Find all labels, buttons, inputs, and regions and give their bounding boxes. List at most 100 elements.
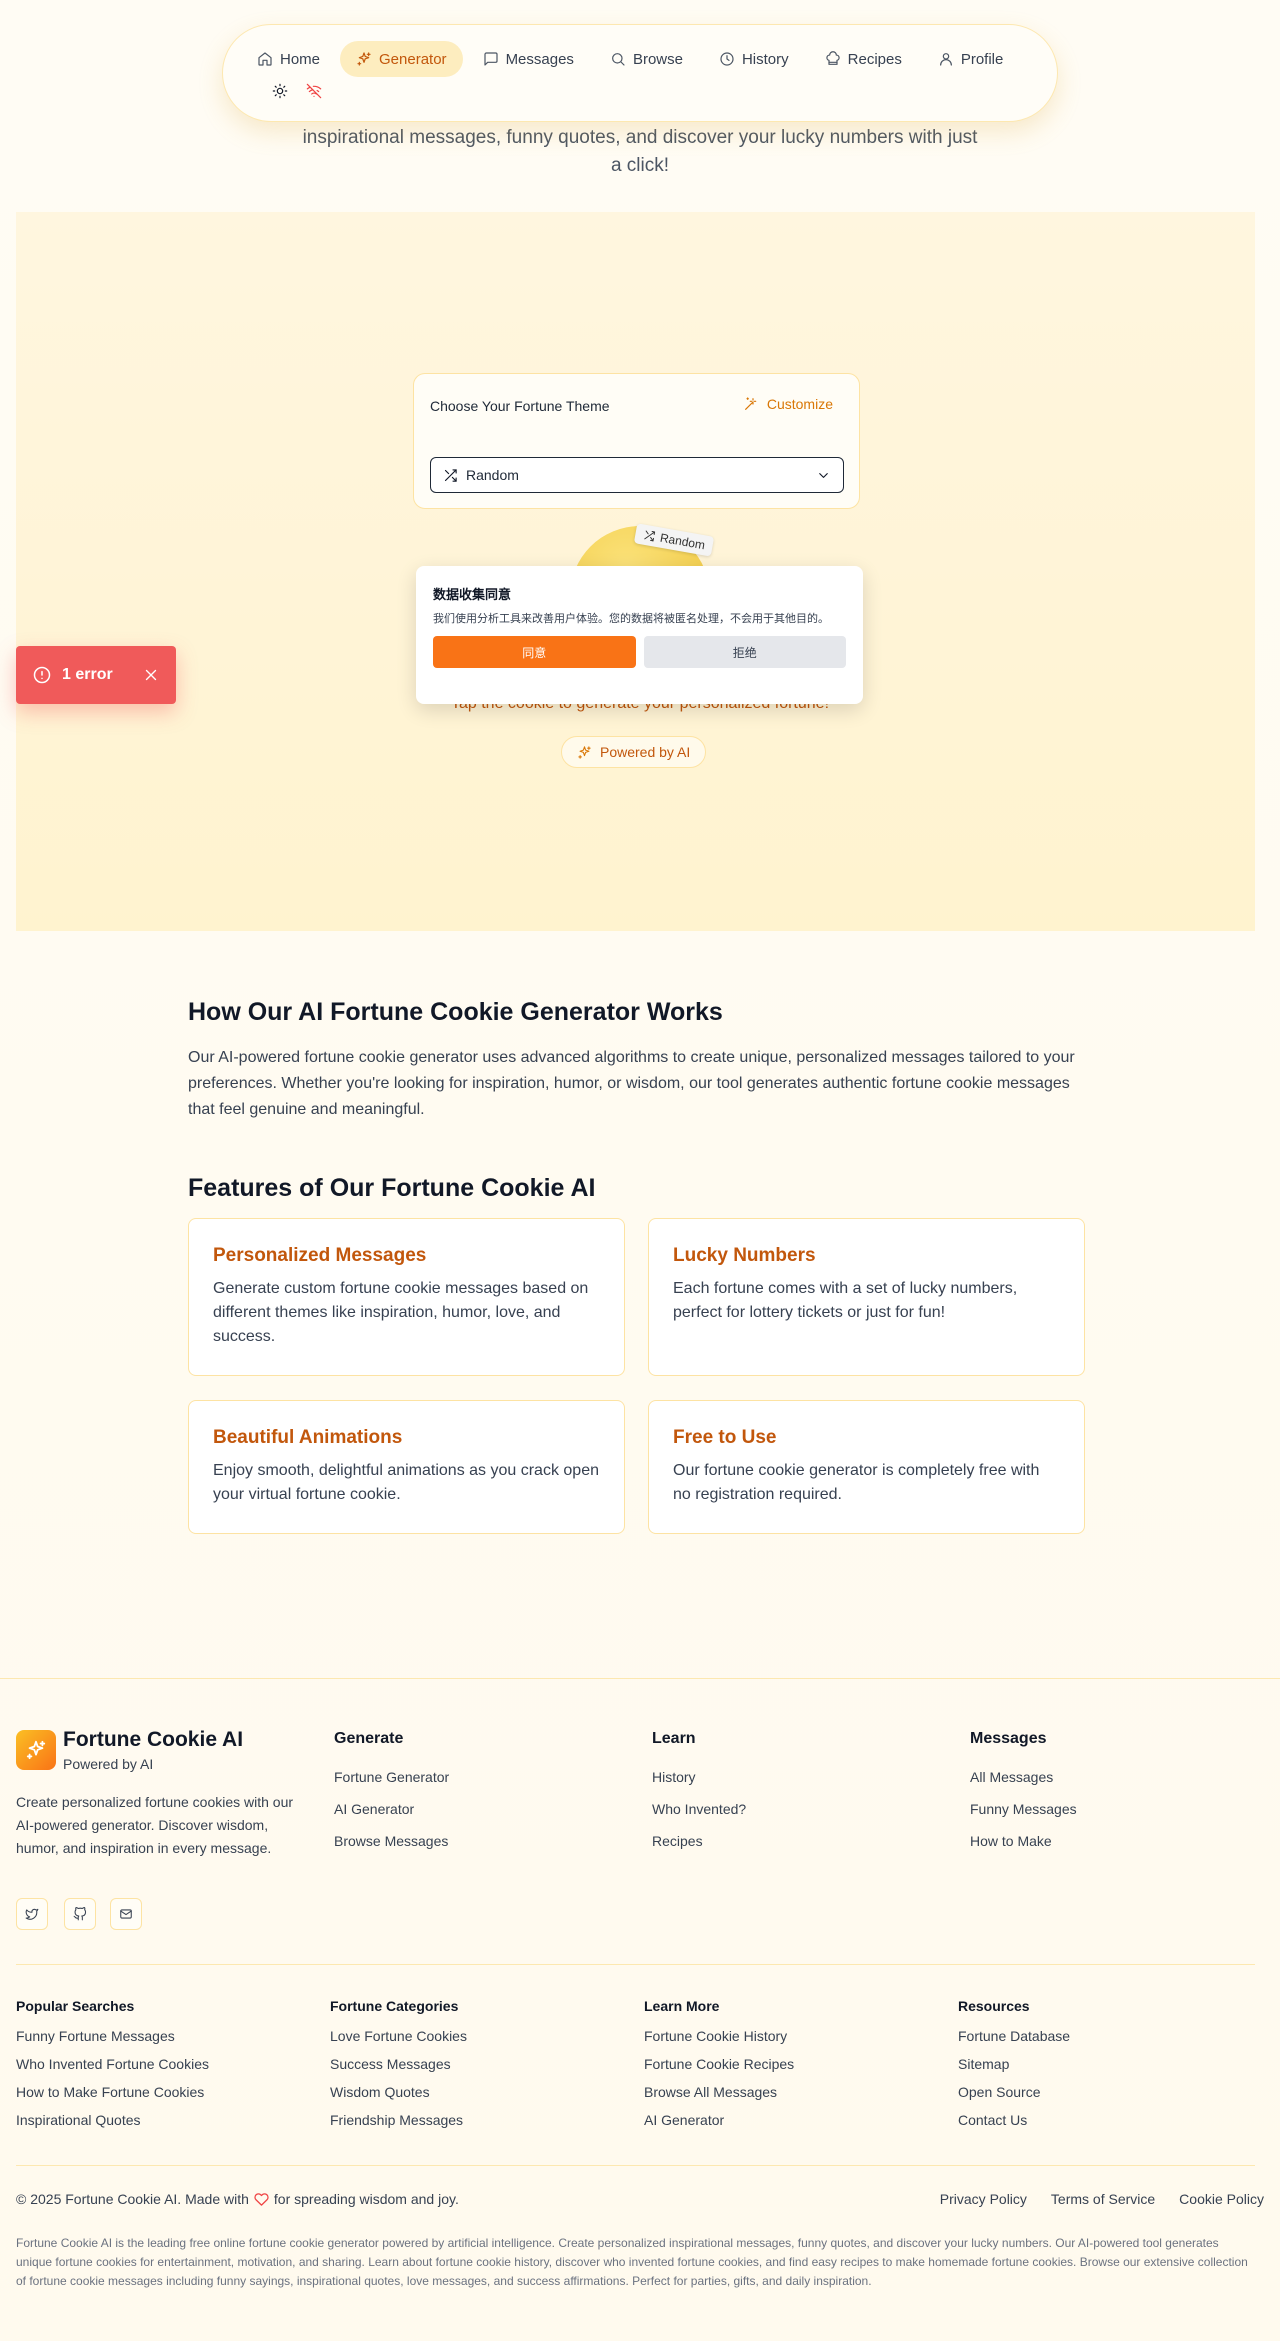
footer-link[interactable]: Browse Messages xyxy=(334,1832,449,1850)
footer-top-border xyxy=(0,1678,1280,1679)
footer-link[interactable]: Who Invented? xyxy=(652,1800,746,1818)
heart-icon xyxy=(254,2192,269,2206)
footer-divider xyxy=(16,2165,1255,2166)
cookie-policy-link[interactable]: Cookie Policy xyxy=(1179,2191,1264,2207)
logo[interactable] xyxy=(16,1730,56,1770)
footer-column-title: Learn xyxy=(652,1730,696,1747)
seo-link[interactable]: How to Make Fortune Cookies xyxy=(16,2083,209,2101)
seo-column-title: Popular Searches xyxy=(16,1998,135,2014)
clock-icon xyxy=(720,52,734,66)
consent-dialog: 数据收集同意 我们使用分析工具来改善用户体验。您的数据将被匿名处理，不会用于其他… xyxy=(416,566,863,704)
nav-item-history[interactable]: History xyxy=(703,41,805,77)
seo-link[interactable]: Fortune Cookie History xyxy=(644,2027,794,2045)
feature-card: Personalized Messages Generate custom fo… xyxy=(188,1218,625,1376)
legal-links: Privacy Policy Terms of Service Cookie P… xyxy=(940,2191,1264,2207)
seo-link[interactable]: AI Generator xyxy=(644,2111,794,2129)
nav-item-label: Generator xyxy=(379,50,447,68)
seo-column-title: Resources xyxy=(958,1998,1030,2014)
sparkles-icon xyxy=(26,1740,46,1760)
feature-card: Beautiful Animations Enjoy smooth, delig… xyxy=(188,1400,625,1534)
nav-item-home[interactable]: Home xyxy=(241,41,336,77)
nav-item-browse[interactable]: Browse xyxy=(594,41,699,77)
agree-button[interactable]: 同意 xyxy=(433,636,636,668)
seo-column-title: Learn More xyxy=(644,1998,720,2014)
error-toast[interactable]: 1 error xyxy=(16,646,176,704)
magic-wand-icon xyxy=(744,397,757,410)
user-icon xyxy=(939,53,952,66)
sparkles-icon xyxy=(357,52,371,66)
nav-item-label: Profile xyxy=(960,50,1004,68)
footer-link[interactable]: Fortune Generator xyxy=(334,1768,449,1786)
twitter-link[interactable] xyxy=(16,1898,48,1930)
seo-link[interactable]: Contact Us xyxy=(958,2111,1070,2129)
seo-description: Fortune Cookie AI is the leading free on… xyxy=(16,2236,1248,2288)
seo-link[interactable]: Friendship Messages xyxy=(330,2111,467,2129)
theme-select[interactable]: Random xyxy=(430,457,844,493)
nav-item-label: Recipes xyxy=(847,50,902,68)
footer-link[interactable]: History xyxy=(652,1768,746,1786)
nav-item-recipes[interactable]: Recipes xyxy=(809,41,918,77)
feature-title: Lucky Numbers xyxy=(673,1245,816,1266)
decline-button[interactable]: 拒绝 xyxy=(643,636,846,668)
footer-column-messages: Messages All Messages Funny Messages How… xyxy=(970,1730,1077,1850)
footer-description: Create personalized fortune cookies with… xyxy=(16,1794,294,1856)
nav-item-profile[interactable]: Profile xyxy=(922,41,1020,77)
theme-toggle-button[interactable] xyxy=(271,82,289,100)
footer-link[interactable]: Funny Messages xyxy=(970,1800,1077,1818)
offline-status-button[interactable] xyxy=(305,82,323,100)
how-text: Our AI-powered fortune cookie generator … xyxy=(188,1049,1075,1118)
seo-link[interactable]: Browse All Messages xyxy=(644,2083,794,2101)
nav-item-label: Browse xyxy=(632,50,683,68)
hero-subtitle: inspirational messages, funny quotes, an… xyxy=(302,127,978,176)
seo-link[interactable]: Success Messages xyxy=(330,2055,467,2073)
seo-link[interactable]: Who Invented Fortune Cookies xyxy=(16,2055,209,2073)
copyright-text-end: for spreading wisdom and joy. xyxy=(273,2191,459,2207)
shuffle-icon xyxy=(444,468,457,482)
seo-link[interactable]: Inspirational Quotes xyxy=(16,2111,209,2129)
footer-column-generate: Generate Fortune Generator AI Generator … xyxy=(334,1730,449,1850)
footer-link[interactable]: All Messages xyxy=(970,1768,1077,1786)
powered-by-badge: Powered by AI xyxy=(561,736,707,768)
chevron-down-icon xyxy=(819,472,828,478)
nav-item-messages[interactable]: Messages xyxy=(467,41,590,77)
features-title: Features of Our Fortune Cookie AI xyxy=(188,1174,596,1202)
seo-link[interactable]: Funny Fortune Messages xyxy=(16,2027,209,2045)
seo-link[interactable]: Fortune Cookie Recipes xyxy=(644,2055,794,2073)
github-link[interactable] xyxy=(64,1898,96,1930)
footer-link[interactable]: Recipes xyxy=(652,1832,746,1850)
close-icon xyxy=(145,669,157,681)
mail-icon xyxy=(120,1909,132,1919)
privacy-policy-link[interactable]: Privacy Policy xyxy=(940,2191,1027,2207)
sparkles-icon xyxy=(578,745,591,759)
copyright: © 2025 Fortune Cookie AI. Made with for … xyxy=(16,2191,459,2207)
seo-link[interactable]: Open Source xyxy=(958,2083,1070,2101)
nav-item-label: History xyxy=(741,50,789,68)
close-error-button[interactable] xyxy=(142,666,160,684)
feature-title: Personalized Messages xyxy=(213,1245,427,1266)
alert-circle-icon xyxy=(33,666,51,684)
footer-brand-sub: Powered by AI xyxy=(63,1756,154,1772)
theme-title: Choose Your Fortune Theme xyxy=(430,398,610,414)
consent-actions: 同意 拒绝 xyxy=(433,636,846,668)
feature-text: Our fortune cookie generator is complete… xyxy=(673,1462,1040,1503)
nav-links: Home Generator Messages Browse History R… xyxy=(241,41,1019,77)
feature-text: Enjoy smooth, delightful animations as y… xyxy=(213,1462,599,1503)
seo-column-categories: Fortune Categories Love Fortune Cookies … xyxy=(330,1998,467,2129)
footer-link[interactable]: AI Generator xyxy=(334,1800,449,1818)
error-count: 1 error xyxy=(62,666,113,683)
footer-link[interactable]: How to Make xyxy=(970,1832,1077,1850)
nav-item-generator[interactable]: Generator xyxy=(340,41,463,77)
nav-tools xyxy=(271,82,323,100)
email-link[interactable] xyxy=(110,1898,142,1930)
terms-of-service-link[interactable]: Terms of Service xyxy=(1051,2191,1155,2207)
seo-link[interactable]: Wisdom Quotes xyxy=(330,2083,467,2101)
sun-icon xyxy=(272,83,288,99)
how-title: How Our AI Fortune Cookie Generator Work… xyxy=(188,998,723,1026)
nav-item-label: Home xyxy=(280,50,321,68)
seo-link[interactable]: Love Fortune Cookies xyxy=(330,2027,467,2045)
chef-hat-icon xyxy=(825,51,840,65)
seo-link[interactable]: Fortune Database xyxy=(958,2027,1070,2045)
customize-button[interactable]: Customize xyxy=(743,396,833,412)
seo-link[interactable]: Sitemap xyxy=(958,2055,1070,2073)
feature-title: Free to Use xyxy=(673,1427,777,1448)
